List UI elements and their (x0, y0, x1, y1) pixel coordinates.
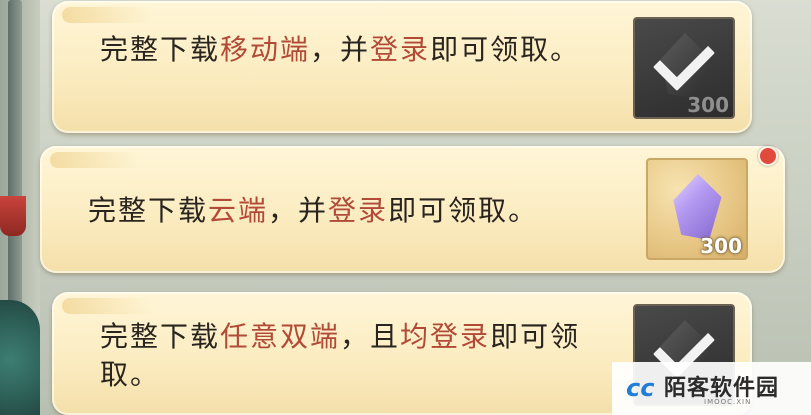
background-red-ribbon (0, 196, 26, 236)
task-text: 即可领取。 (388, 194, 539, 227)
task-text: ，且 (340, 320, 401, 353)
task-text-highlight: 云端 (208, 194, 269, 227)
background-plant (0, 300, 40, 415)
background-left-scenery (0, 0, 40, 415)
task-text-highlight: 登录 (370, 33, 431, 66)
task-card-cloud: 完整下载云端，并登录即可领取。 300 (40, 146, 785, 273)
task-text: 完整下载 (88, 194, 209, 227)
reward-count: 300 (700, 234, 742, 258)
task-text: 完整下载 (100, 33, 221, 66)
reward-count: 300 (687, 93, 729, 117)
task-description: 完整下载移动端，并登录即可领取。 (100, 31, 620, 69)
check-icon (652, 28, 716, 92)
notification-dot (758, 146, 778, 166)
task-text: 完整下载 (100, 320, 221, 353)
task-description: 完整下载云端，并登录即可领取。 (88, 192, 648, 230)
task-text-highlight: 登录 (328, 194, 389, 227)
crystal-icon (673, 174, 722, 240)
task-text: ，并 (310, 33, 371, 66)
watermark: cc 陌客软件园 IMOOC.XIN (612, 362, 811, 415)
task-text-highlight: 任意双端 (220, 320, 341, 353)
task-text: 即可领取。 (430, 33, 581, 66)
task-text-highlight: 均登录 (400, 320, 491, 353)
watermark-subtext: IMOOC.XIN (704, 398, 752, 406)
reward-slot-claimable[interactable]: 300 (646, 158, 748, 260)
task-card-mobile: 完整下载移动端，并登录即可领取。 300 (52, 1, 752, 133)
watermark-logo: cc (626, 374, 655, 402)
reward-slot-claimed[interactable]: 300 (633, 17, 735, 119)
task-text-highlight: 移动端 (220, 33, 311, 66)
task-description: 完整下载任意双端，且均登录即可领取。 (100, 318, 620, 394)
task-text: ，并 (268, 194, 329, 227)
